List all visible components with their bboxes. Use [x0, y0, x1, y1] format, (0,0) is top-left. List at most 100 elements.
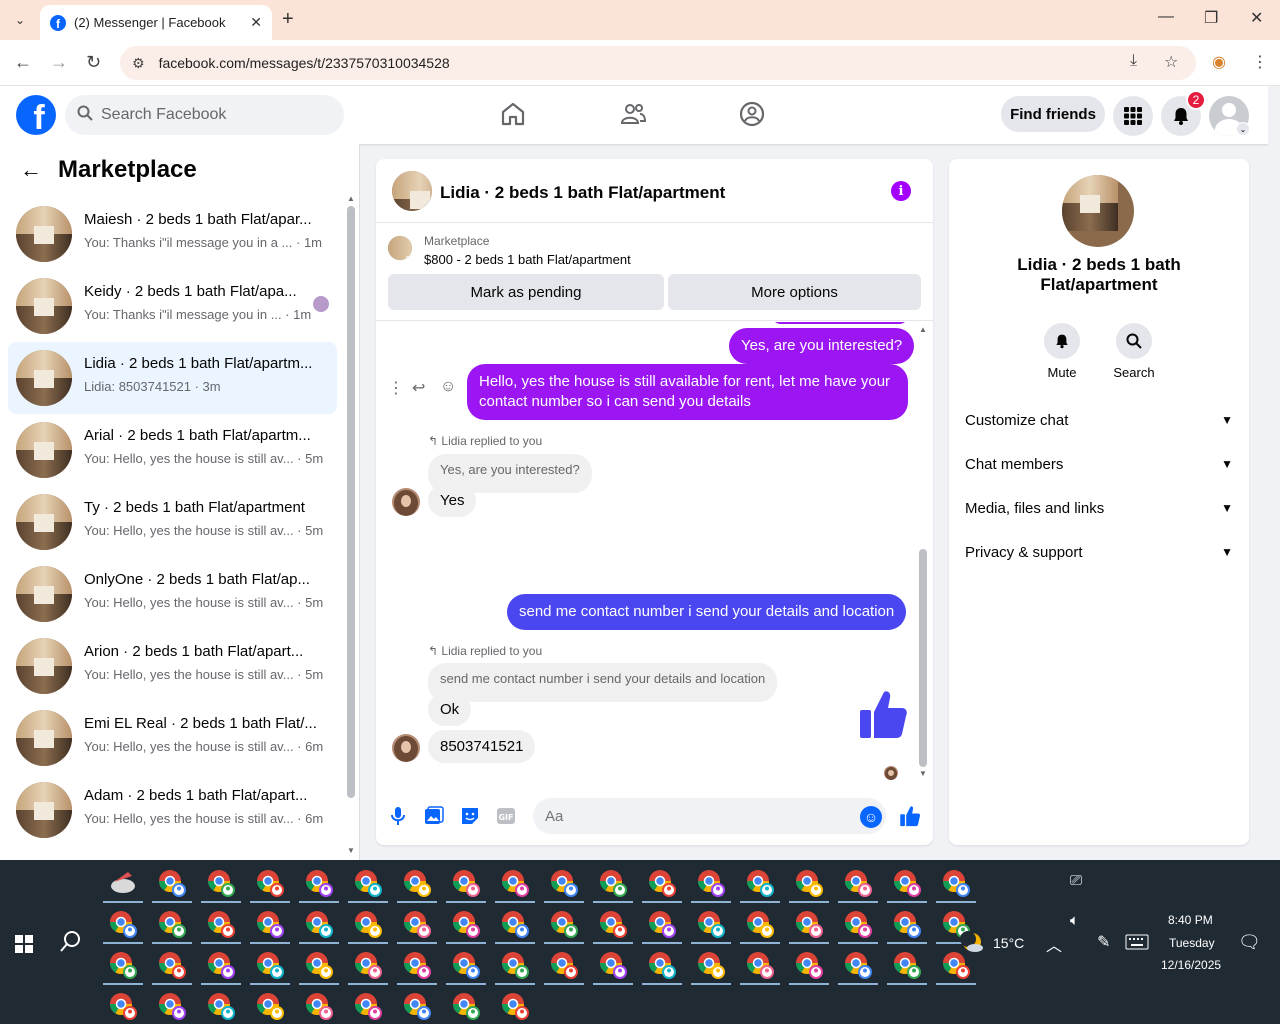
tray-chevron-up-icon[interactable]: ︿ — [1046, 932, 1062, 956]
outgoing-message[interactable]: Hello, yes the house is still available … — [467, 364, 908, 420]
conversation-item[interactable]: OnlyOne · 2 beds 1 bath Flat/ap... You: H… — [8, 558, 337, 630]
site-info-icon[interactable]: ⚙ — [132, 55, 145, 72]
search-button[interactable]: Search — [1104, 323, 1164, 380]
chat-members-row[interactable]: Chat members ▼ — [965, 442, 1233, 486]
profile-icon[interactable]: ◉ — [1212, 52, 1226, 72]
conversation-item[interactable]: Ty · 2 beds 1 bath Flat/apartment You: He… — [8, 486, 337, 558]
chrome-profile-icon[interactable] — [549, 950, 579, 980]
chrome-profile-icon[interactable] — [500, 909, 530, 939]
camera-icon[interactable]: ⎚ — [1070, 872, 1082, 889]
facebook-logo-icon[interactable]: f — [16, 95, 56, 135]
chrome-profile-icon[interactable] — [843, 950, 873, 980]
chrome-profile-icon[interactable] — [598, 909, 628, 939]
chrome-profile-icon[interactable] — [843, 909, 873, 939]
chrome-profile-icon[interactable] — [157, 950, 187, 980]
reload-icon[interactable]: ↻ — [86, 52, 101, 73]
info-icon[interactable]: i — [891, 181, 911, 201]
chrome-profile-icon[interactable] — [353, 909, 383, 939]
chrome-profile-icon[interactable] — [696, 950, 726, 980]
chrome-profile-icon[interactable] — [941, 950, 971, 980]
back-arrow-icon[interactable]: ← — [14, 52, 32, 73]
weather-icon[interactable] — [960, 930, 984, 954]
facebook-search-input[interactable]: Search Facebook — [65, 95, 344, 135]
omnibox[interactable]: ⚙ facebook.com/messages/t/23375703100345… — [120, 46, 1196, 80]
temperature[interactable]: 15°C — [993, 935, 1024, 951]
conversation-item[interactable]: Lidia · 2 beds 1 bath Flat/apartm... Lidi… — [8, 342, 337, 414]
back-arrow-icon[interactable]: ← — [20, 157, 42, 183]
outgoing-message[interactable]: Yes, are you interested? — [729, 328, 915, 364]
chrome-profile-icon[interactable] — [892, 909, 922, 939]
chat-scroll-down-icon[interactable]: ▼ — [919, 769, 927, 778]
chat-scroll-up-icon[interactable]: ▲ — [919, 325, 927, 334]
minimize-icon[interactable]: — — [1158, 8, 1174, 26]
conversation-item[interactable]: Arion · 2 beds 1 bath Flat/apart... You: … — [8, 630, 337, 702]
chrome-profile-icon[interactable] — [255, 950, 285, 980]
tab-close-icon[interactable]: ✕ — [250, 14, 262, 31]
scroll-down-icon[interactable]: ▼ — [347, 846, 355, 855]
customize-chat-row[interactable]: Customize chat ▼ — [965, 398, 1233, 442]
contact-avatar[interactable] — [392, 488, 420, 516]
forward-arrow-icon[interactable]: → — [50, 52, 68, 73]
tab-search-chevron-icon[interactable]: ⌄ — [8, 9, 32, 31]
groups-icon[interactable] — [738, 100, 766, 128]
more-options-button[interactable]: More options — [668, 274, 921, 310]
taskbar-search-icon[interactable] — [60, 930, 82, 958]
message-input[interactable] — [533, 798, 886, 834]
chrome-profile-icon[interactable] — [402, 991, 432, 1021]
gif-icon[interactable]: GIF — [495, 805, 517, 827]
chrome-profile-icon[interactable] — [304, 991, 334, 1021]
chrome-profile-icon[interactable] — [206, 868, 236, 898]
chrome-profile-icon[interactable] — [892, 868, 922, 898]
chrome-profile-icon[interactable] — [745, 950, 775, 980]
listing-price[interactable]: $800 - 2 beds 1 bath Flat/apartment — [424, 252, 631, 267]
chrome-profile-icon[interactable] — [549, 909, 579, 939]
reply-icon[interactable]: ↩ — [412, 378, 425, 398]
chrome-profile-icon[interactable] — [304, 868, 334, 898]
conversation-item[interactable]: Adam · 2 beds 1 bath Flat/apart... You: H… — [8, 774, 337, 846]
home-icon[interactable] — [499, 100, 527, 128]
message-more-icon[interactable]: ⋮ — [388, 378, 404, 398]
new-tab-icon[interactable]: + — [282, 8, 294, 31]
chat-info-thumbnail[interactable] — [1062, 175, 1134, 247]
chrome-profile-icon[interactable] — [206, 909, 236, 939]
notifications-center-icon[interactable]: 🗨︎ — [1238, 932, 1261, 953]
chrome-profile-icon[interactable] — [500, 868, 530, 898]
chrome-profile-icon[interactable] — [696, 868, 726, 898]
chrome-profile-icon[interactable] — [157, 909, 187, 939]
windows-start-icon[interactable] — [15, 935, 33, 953]
clock-day[interactable]: Tuesday — [1169, 936, 1215, 950]
taskbar-app-icon[interactable] — [108, 868, 138, 898]
chrome-profile-icon[interactable] — [353, 950, 383, 980]
chrome-profile-icon[interactable] — [353, 868, 383, 898]
chrome-profile-icon[interactable] — [451, 909, 481, 939]
quoted-message[interactable]: send me contact number i send your detai… — [428, 663, 778, 702]
keyboard-icon[interactable] — [1125, 934, 1149, 950]
clock-date[interactable]: 12/16/2025 — [1161, 958, 1221, 972]
chrome-profile-icon[interactable] — [255, 909, 285, 939]
chrome-profile-icon[interactable] — [157, 868, 187, 898]
chrome-profile-icon[interactable] — [451, 991, 481, 1021]
incoming-message[interactable]: 8503741521 — [428, 730, 536, 763]
chrome-profile-icon[interactable] — [108, 991, 138, 1021]
mark-as-pending-button[interactable]: Mark as pending — [388, 274, 664, 310]
listing-thumbnail[interactable] — [388, 236, 412, 260]
chrome-profile-icon[interactable] — [745, 868, 775, 898]
chrome-profile-icon[interactable] — [255, 868, 285, 898]
chrome-profile-icon[interactable] — [206, 950, 236, 980]
chrome-profile-icon[interactable] — [402, 868, 432, 898]
privacy-support-row[interactable]: Privacy & support ▼ — [965, 530, 1233, 574]
conversation-item[interactable]: Emi EL Real · 2 beds 1 bath Flat/... You:… — [8, 702, 337, 774]
emoji-icon[interactable]: ☺ — [860, 806, 882, 828]
react-emoji-icon[interactable]: ☺ — [440, 378, 456, 396]
chrome-profile-icon[interactable] — [451, 868, 481, 898]
chrome-profile-icon[interactable] — [108, 950, 138, 980]
chrome-profile-icon[interactable] — [353, 991, 383, 1021]
menu-grid-icon[interactable] — [1113, 96, 1153, 136]
chrome-profile-icon[interactable] — [647, 868, 677, 898]
find-friends-button[interactable]: Find friends — [1001, 96, 1105, 132]
install-app-icon[interactable]: ⤓ — [1130, 52, 1137, 70]
chrome-profile-icon[interactable] — [402, 909, 432, 939]
chrome-profile-icon[interactable] — [647, 909, 677, 939]
chrome-profile-icon[interactable] — [304, 950, 334, 980]
chrome-profile-icon[interactable] — [402, 950, 432, 980]
